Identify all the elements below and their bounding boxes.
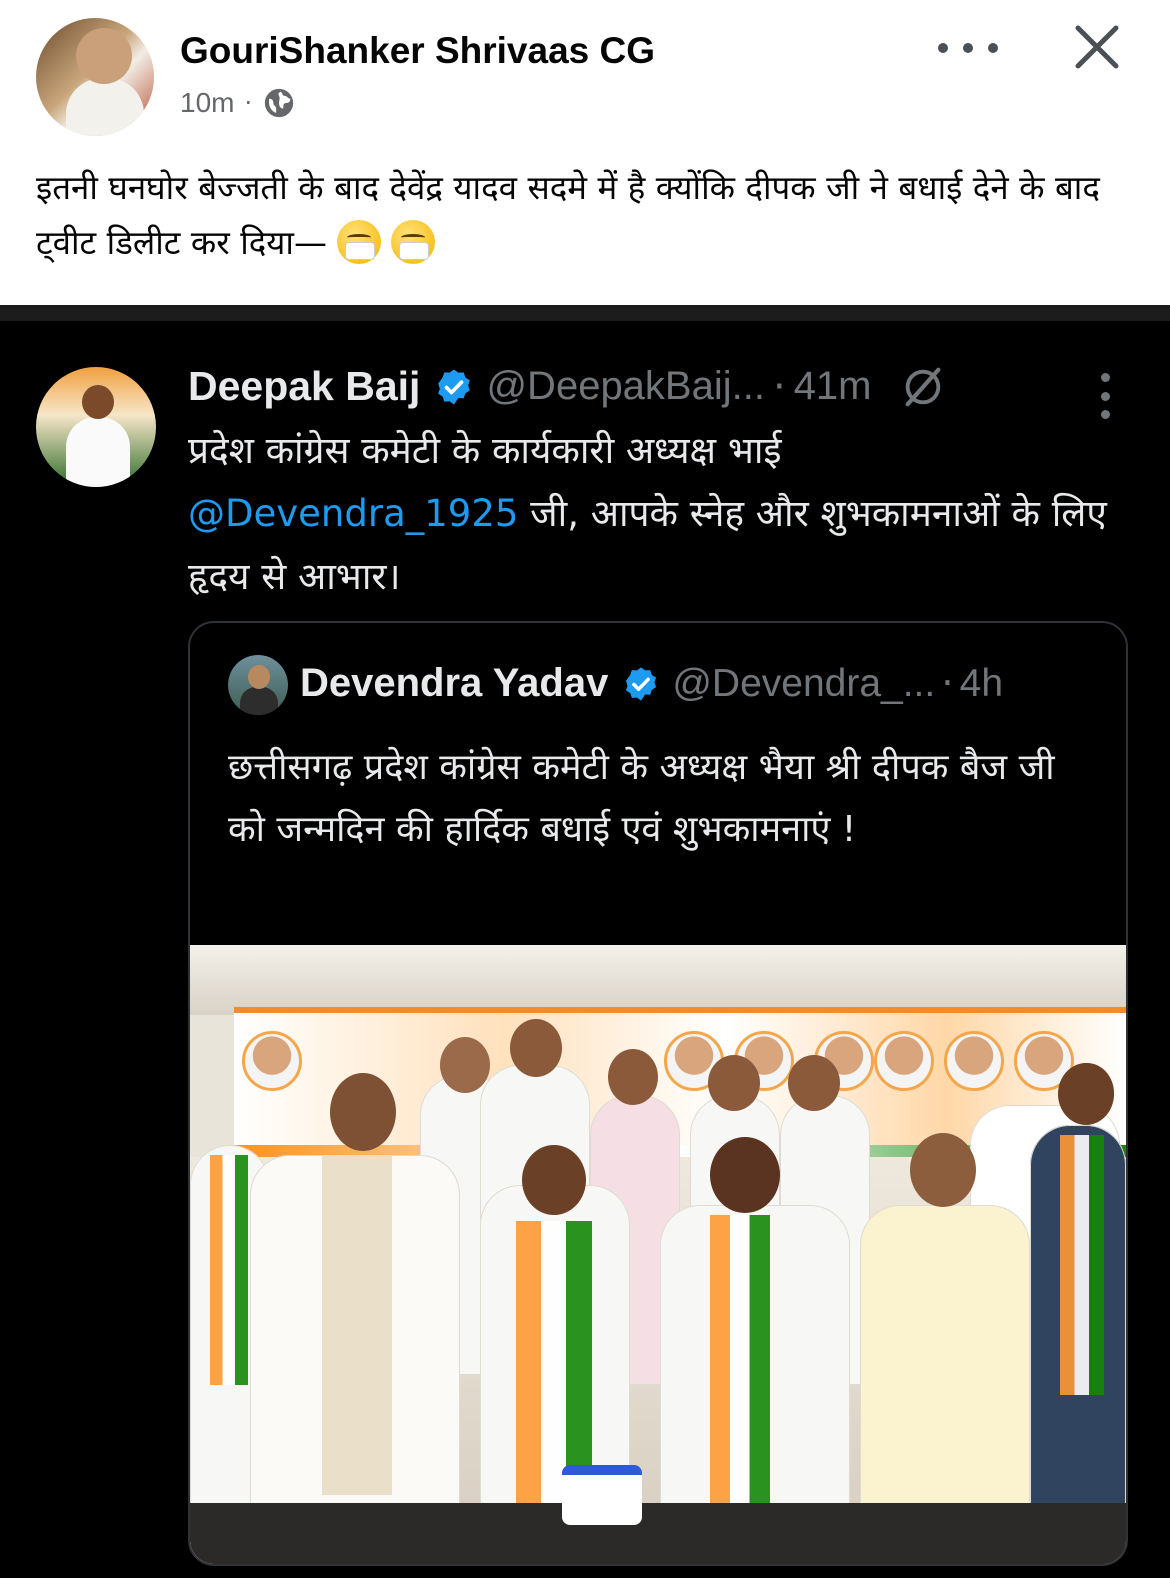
quoted-time: 4h	[959, 661, 1004, 705]
photo-person-head	[788, 1055, 840, 1111]
photo-person-head	[710, 1137, 780, 1213]
tweet-author-handle: @DeepakBaij...	[486, 364, 765, 408]
avatar-figure-body	[66, 417, 130, 487]
photo-person-scarf	[710, 1215, 770, 1515]
photo-person-scarf	[1060, 1135, 1104, 1395]
tweet-screenshot[interactable]: Deepak Baij @DeepakBaij... · 41m प्रदेश …	[0, 305, 1170, 1578]
photo-person-head	[440, 1037, 490, 1093]
quoted-author-avatar	[228, 655, 288, 715]
meta-separator: ·	[244, 89, 253, 117]
author-avatar[interactable]	[36, 18, 154, 136]
verified-icon	[438, 369, 471, 404]
quoted-author-name: Devendra Yadav	[300, 661, 609, 705]
quoted-tweet: Devendra Yadav @Devendra_... · 4h छत्तीस…	[188, 621, 1128, 1566]
post-text: इतनी घनघोर बेज्जती के बाद देवेंद्र यादव …	[36, 160, 1136, 270]
tweet-time: 41m	[793, 364, 872, 408]
verified-icon	[626, 666, 657, 701]
avatar-figure-body	[66, 78, 144, 136]
photo-person-head	[1058, 1063, 1114, 1125]
post-time[interactable]: 10m	[180, 87, 234, 119]
quoted-tweet-header: Devendra Yadav @Devendra_... · 4h	[300, 661, 1003, 706]
globe-icon	[264, 88, 294, 118]
tweet-text: प्रदेश कांग्रेस कमेटी के कार्यकारी अध्यक…	[188, 419, 1128, 608]
photo-person-head	[608, 1049, 658, 1105]
quoted-author-handle: @Devendra_...	[672, 661, 936, 705]
photo-person-scarf	[210, 1155, 248, 1385]
banner-portrait	[874, 1031, 934, 1091]
more-icon[interactable]	[938, 28, 998, 68]
group-celebration-photo	[190, 945, 1126, 1564]
photo-table	[190, 1503, 1126, 1564]
banner-portrait	[944, 1031, 1004, 1091]
tweet-author-avatar	[36, 367, 156, 487]
face-with-medical-mask-icon	[336, 220, 381, 264]
avatar-figure-head	[76, 28, 132, 84]
quoted-separator: ·	[941, 661, 954, 706]
photo-ceiling	[190, 945, 1126, 1015]
close-icon[interactable]	[1072, 22, 1122, 72]
photo-person-head	[510, 1019, 562, 1077]
avatar-figure-body	[240, 687, 278, 715]
photo-person-scarf	[322, 1155, 392, 1495]
tweet-more-icon	[1095, 373, 1115, 419]
photo-person-head	[330, 1073, 396, 1151]
banner-portrait	[242, 1031, 302, 1091]
facebook-post-header: GouriShanker Shrivaas CG 10m · इतनी घनघो…	[0, 0, 1170, 305]
quoted-tweet-text: छत्तीसगढ़ प्रदेश कांग्रेस कमेटी के अध्यक…	[228, 747, 1055, 850]
photo-cake	[562, 1465, 642, 1525]
grok-icon	[905, 367, 940, 406]
tweet-text-before: प्रदेश कांग्रेस कमेटी के कार्यकारी अध्यक…	[188, 429, 782, 472]
tweet-mention: @Devendra_1925	[188, 492, 519, 535]
post-text-body: इतनी घनघोर बेज्जती के बाद देवेंद्र यादव …	[36, 168, 1100, 262]
tweet-author-name: Deepak Baij	[188, 363, 421, 409]
tweet-separator: ·	[772, 363, 786, 410]
photo-person-head	[910, 1133, 976, 1207]
author-name[interactable]: GouriShanker Shrivaas CG	[180, 30, 655, 72]
avatar-figure-head	[82, 385, 114, 419]
photo-person-head	[522, 1145, 586, 1215]
avatar-figure-head	[248, 665, 270, 689]
face-with-medical-mask-icon	[390, 220, 435, 264]
post-meta: 10m ·	[180, 86, 296, 120]
photo-person-head	[708, 1055, 760, 1111]
tweet-header: Deepak Baij @DeepakBaij... · 41m	[188, 363, 946, 410]
